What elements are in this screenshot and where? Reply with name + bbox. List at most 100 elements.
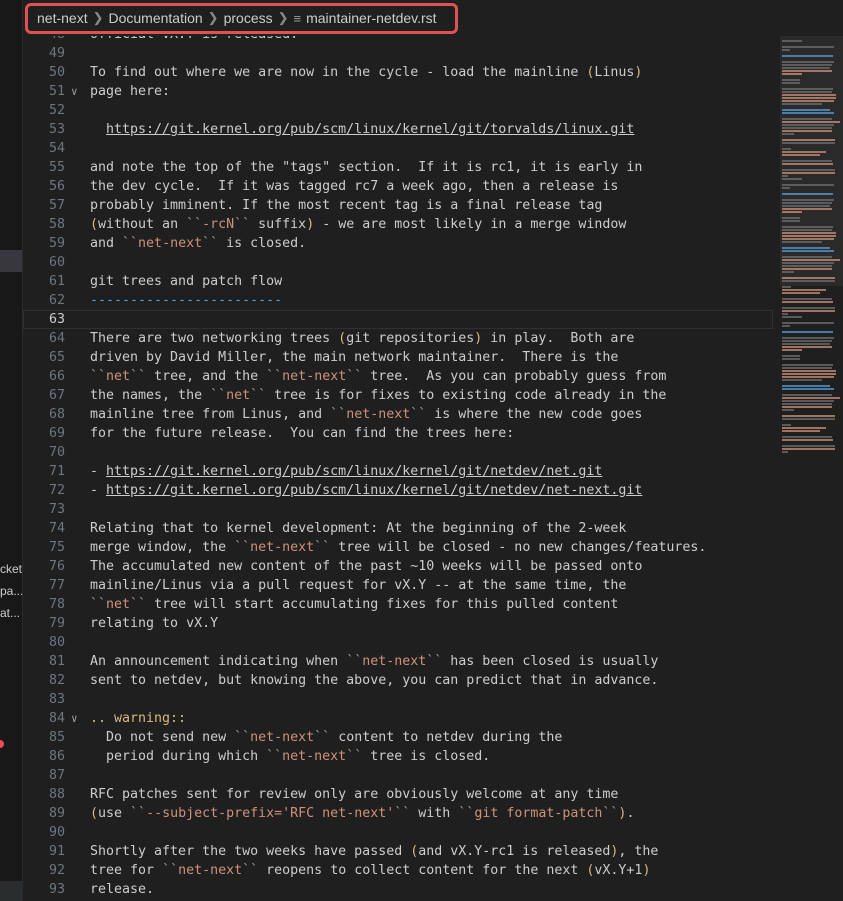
code-line[interactable]: 63 [23,310,773,329]
vertical-scrollbar[interactable] [773,36,780,901]
minimap-line [782,118,832,120]
minimap-line [782,289,826,291]
code-line[interactable]: 69 for the future release. You can find t… [23,424,773,443]
code-line[interactable]: 80 [23,633,773,652]
code-line[interactable]: 92 tree for ``net-next`` reopens to colle… [23,861,773,880]
minimap-line [782,277,835,279]
line-content: To find out where we are now in the cycl… [90,65,643,80]
minimap-line [782,250,834,252]
breadcrumb-item[interactable]: net-next [37,10,88,26]
minimap-line [782,178,802,180]
minimap-line [782,394,832,396]
code-line[interactable]: 57 probably imminent. If the most recent … [23,196,773,215]
minimap-line [782,403,832,405]
line-content: ``net`` tree will start accumulating fix… [90,597,619,612]
code-line[interactable]: 75 merge window, the ``net-next`` tree wi… [23,538,773,557]
url-link[interactable]: https://git.kernel.org/pub/scm/linux/ker… [106,122,634,137]
url-link[interactable]: https://git.kernel.org/pub/scm/linux/ker… [106,483,642,498]
code-line[interactable]: 84 ∨ .. warning:: [23,709,773,728]
code-line[interactable]: 87 [23,766,773,785]
code-line[interactable]: 72 - https://git.kernel.org/pub/scm/linux… [23,481,773,500]
code-line[interactable]: 51 ∨ page here: [23,82,773,101]
minimap-line [782,73,802,75]
code-line[interactable]: 81 An announcement indicating when ``net-… [23,652,773,671]
code-line[interactable]: 50 To find out where we are now in the cy… [23,63,773,82]
code-line[interactable]: 85 Do not send new ``net-next`` content … [23,728,773,747]
code-line[interactable]: 74 Relating that to kernel development: A… [23,519,773,538]
minimap[interactable] [780,36,843,901]
code-line[interactable]: 82 sent to netdev, but knowing the above,… [23,671,773,690]
code-line[interactable]: 68 mainline tree from Linus, and ``net-ne… [23,405,773,424]
line-number: 68 [48,407,65,422]
minimap-line [782,355,800,357]
code-line[interactable]: 79 relating to vX.Y [23,614,773,633]
code-line[interactable]: 76 The accumulated new content of the pas… [23,557,773,576]
code-line[interactable]: 55 and note the top of the "tags" section… [23,158,773,177]
fold-chevron-icon[interactable]: ∨ [71,709,83,728]
breadcrumb-item[interactable]: Documentation [109,10,203,26]
code-line[interactable]: 66 ``net`` tree, and the ``net-next`` tre… [23,367,773,386]
code-line[interactable]: 88 RFC patches sent for review only are o… [23,785,773,804]
code-line[interactable]: 64 There are two networking trees (git re… [23,329,773,348]
line-content: git trees and patch flow [90,274,283,289]
fold-chevron-icon[interactable]: ∨ [71,82,83,101]
code-line[interactable]: 93 release. [23,880,773,899]
code-line[interactable]: 89 (use ``--subject-prefix='RFC net-next'… [23,804,773,823]
code-line[interactable]: 73 [23,500,773,519]
code-line[interactable]: 83 [23,690,773,709]
minimap-line [782,262,834,264]
line-content: There are two networking trees (git repo… [90,331,635,346]
code-editor[interactable]: 48 official vX.Y is released. 49 50 To find … [23,36,773,901]
minimap-line [782,427,826,429]
line-number: 70 [48,445,65,460]
code-line[interactable]: 59 and ``net-next`` is closed. [23,234,773,253]
sidebar-item-fragment[interactable]: at... [0,606,20,620]
minimap-line [782,271,794,273]
sidebar-item-fragment[interactable]: cket [0,562,22,576]
line-number: 65 [48,350,65,365]
line-content: The accumulated new content of the past … [90,559,643,574]
line-content: tree for ``net-next`` reopens to collect… [90,863,651,878]
code-line[interactable]: 70 [23,443,773,462]
breadcrumb-item-file[interactable]: maintainer-netdev.rst [306,10,436,26]
code-line[interactable]: 86 period during which ``net-next`` tree… [23,747,773,766]
code-line[interactable]: 65 driven by David Miller, the main netwo… [23,348,773,367]
code-line[interactable]: 58 (without an ``-rcN`` suffix) - we are … [23,215,773,234]
sidebar-item-fragment[interactable]: pa... [0,584,22,598]
code-line[interactable]: 90 [23,823,773,842]
code-line[interactable]: 62 ------------------------ [23,291,773,310]
error-marker [0,740,4,748]
line-number: 55 [48,160,65,175]
line-number: 53 [48,122,65,137]
line-number: 63 [48,312,65,327]
code-line[interactable]: 49 [23,44,773,63]
line-number: 79 [48,616,65,631]
code-line[interactable]: 54 [23,139,773,158]
sidebar-selected-row[interactable] [0,250,22,272]
minimap-line [782,316,802,318]
code-line[interactable]: 52 [23,101,773,120]
line-content: ``net`` tree, and the ``net-next`` tree.… [90,369,667,384]
line-number: 69 [48,426,65,441]
minimap-line [782,94,836,96]
code-line[interactable]: 67 the names, the ``net`` tree is for fix… [23,386,773,405]
code-line[interactable]: 77 mainline/Linus via a pull request for … [23,576,773,595]
code-line[interactable]: 91 Shortly after the two weeks have passe… [23,842,773,861]
minimap-line [782,160,832,162]
code-line[interactable]: 61 git trees and patch flow [23,272,773,291]
minimap-line [782,220,800,222]
minimap-line [782,226,833,228]
minimap-line [782,64,832,66]
line-content: relating to vX.Y [90,616,219,631]
code-line[interactable]: 60 [23,253,773,272]
line-content: mainline tree from Linus, and ``net-next… [90,407,643,422]
breadcrumb-item[interactable]: process [224,10,273,26]
code-line[interactable]: 78 ``net`` tree will start accumulating f… [23,595,773,614]
url-link[interactable]: https://git.kernel.org/pub/scm/linux/ker… [106,464,602,479]
code-line[interactable]: 48 official vX.Y is released. [23,36,773,44]
code-line[interactable]: 56 the dev cycle. If it was tagged rc7 a … [23,177,773,196]
chevron-right-icon: ❯ [207,10,219,25]
code-line[interactable]: 53 https://git.kernel.org/pub/scm/linux/… [23,120,773,139]
minimap-line [782,436,832,438]
code-line[interactable]: 71 - https://git.kernel.org/pub/scm/linux… [23,462,773,481]
